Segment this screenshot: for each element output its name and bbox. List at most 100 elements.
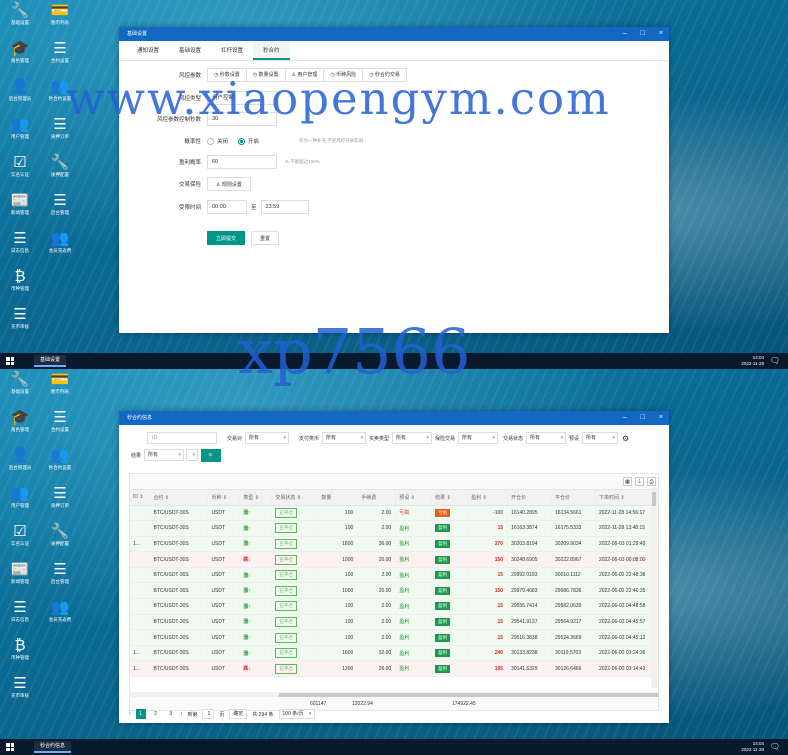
column-header[interactable]: 盈利 ⇕ — [467, 490, 509, 506]
page-3[interactable]: 3 — [166, 709, 176, 719]
windows-start-icon[interactable] — [6, 743, 14, 751]
desktop-shortcut[interactable]: 👥 会员充返费 — [40, 228, 80, 264]
table-row[interactable]: BTC/USDT-30S USDT 涨↑ 已平仓 100 2.00 亏损 亏损 -100 1614… — [130, 505, 658, 522]
column-header[interactable]: 币种 ⇕ — [207, 490, 241, 506]
desktop-shortcut[interactable]: 🔧 质押配置 — [40, 521, 80, 557]
tab-notify[interactable]: 通知设置 — [127, 41, 169, 60]
close-icon[interactable]: × — [659, 411, 663, 425]
vertical-scrollbar[interactable] — [651, 488, 657, 688]
column-header[interactable]: ID ⇕ — [130, 490, 151, 506]
desktop-shortcut[interactable]: ☑ 实名认证 — [0, 152, 40, 188]
column-header[interactable]: 下单时间 ⇕ — [595, 490, 658, 506]
desktop-shortcut[interactable]: ☰ 日志信息 — [0, 597, 40, 633]
desktop-shortcut[interactable]: 🔧 基础设置 — [0, 0, 40, 36]
radio-on[interactable]: 开启 — [238, 137, 259, 145]
desktop-shortcut[interactable]: 💳 图币列表 — [40, 369, 80, 405]
column-header[interactable]: 数量 — [317, 490, 359, 506]
desktop-shortcut[interactable]: ☑ 实名认证 — [0, 521, 40, 557]
desktop-shortcut[interactable]: ₿ 币种管理 — [0, 635, 40, 671]
notification-icon[interactable]: 🗨 — [770, 742, 780, 751]
table-row[interactable]: 1... BTC/USDT-30S USDT 涨↑ 已平仓 1800 36.00 盈利 盈利 27… — [130, 536, 658, 553]
desktop-shortcut[interactable]: 📰 新闻管理 — [0, 190, 40, 226]
filter-status-select[interactable]: 所有 — [526, 432, 567, 444]
column-header[interactable]: 结果 ⇕ — [431, 490, 469, 506]
notification-icon[interactable]: 🗨 — [770, 356, 780, 365]
filter-preset-select[interactable]: 所有 — [582, 432, 619, 444]
taskbar-app[interactable]: 基础设置 — [34, 355, 67, 367]
desktop-shortcut[interactable]: ☰ 后台管理 — [40, 559, 80, 595]
table-row[interactable]: 1... BTC/USDT-30S USDT 涨↑ 已平仓 1600 32.00 盈利 盈利 24… — [130, 645, 658, 662]
desktop-shortcut[interactable]: ☰ 充币审核 — [0, 304, 40, 340]
columns-icon[interactable]: ▦ — [623, 477, 632, 486]
desktop-shortcut[interactable]: 🔧 质押配置 — [40, 152, 80, 188]
desktop-shortcut[interactable]: 🎓 角色管理 — [0, 407, 40, 443]
desktop-shortcut[interactable]: ₿ 币种管理 — [0, 266, 40, 302]
table-row[interactable]: BTC/USDT-30S USDT 涨↑ 已平仓 1000 20.00 盈利 盈利 150 299… — [130, 582, 658, 600]
table-row[interactable]: BTC/USDT-30S USDT 涨↑ 已平仓 100 2.00 盈利 盈利 15 29516.… — [130, 629, 658, 646]
page-1[interactable]: 1 — [135, 709, 146, 719]
desktop-shortcut[interactable]: 👤 后台管理员 — [0, 445, 40, 481]
column-header[interactable]: 交易状态 ⇕ — [271, 490, 319, 506]
taskbar-app[interactable]: 秒合约信息 — [34, 741, 72, 753]
desktop-shortcut[interactable]: 📰 新闻管理 — [0, 559, 40, 595]
filter-result-select[interactable]: 所有 — [144, 449, 185, 461]
desktop-shortcut[interactable]: 👥 用户管理 — [0, 114, 40, 150]
tab-leverage[interactable]: 杠杆设置 — [211, 41, 253, 60]
desktop-shortcut[interactable]: ☰ 日志信息 — [0, 228, 40, 264]
table-row[interactable]: BTC/USDT-30S USDT 涨↑ 已平仓 100 2.00 盈利 盈利 15 16163.… — [130, 520, 658, 537]
desktop-shortcut[interactable]: 💳 图币列表 — [40, 0, 80, 36]
close-icon[interactable]: × — [659, 27, 663, 41]
goto-confirm-button[interactable]: 确定 — [229, 709, 248, 719]
submit-button[interactable]: 立即提交 — [207, 231, 246, 245]
desktop-shortcut[interactable]: 👥 秒合约设置 — [40, 445, 80, 481]
page-2[interactable]: 2 — [151, 709, 161, 719]
filter-pair-select[interactable]: 所有 — [245, 432, 290, 444]
time-to-input[interactable]: 23:59 — [260, 200, 309, 214]
table-row[interactable]: BTC/USDT-30S USDT 涨↑ 已平仓 100 2.00 盈利 盈利 15 29992.… — [130, 567, 658, 584]
filter-insurance-select[interactable]: 所有 — [458, 432, 499, 444]
prev-page-icon[interactable]: ‹ — [129, 711, 131, 717]
profit-rate-input[interactable]: 60 — [207, 155, 277, 169]
page-size-select[interactable]: 100 条/页 — [278, 709, 315, 719]
window-titlebar[interactable]: 秒合约信息 – □ × — [119, 411, 669, 425]
windows-start-icon[interactable] — [6, 357, 14, 365]
window-titlebar[interactable]: 基础设置 – □ × — [119, 27, 669, 41]
maximize-icon[interactable]: □ — [641, 27, 645, 41]
column-header[interactable]: 开仓价 — [507, 490, 553, 506]
column-header[interactable]: 手续费 — [357, 490, 397, 506]
desktop-shortcut[interactable]: 👥 会员充返费 — [40, 597, 80, 633]
id-input[interactable]: ID — [147, 432, 217, 444]
search-button[interactable]: 🔍 — [201, 448, 222, 462]
export-icon[interactable]: ⇩ — [635, 477, 644, 486]
minimize-icon[interactable]: – — [623, 27, 627, 41]
table-row[interactable]: 1... BTC/USDT-30S USDT 跌↓ 已平仓 1300 26.00 盈利 盈利 19… — [130, 660, 658, 678]
table-row[interactable]: BTC/USDT-30S USDT 跌↓ 已平仓 1000 20.00 盈利 盈利 150 302… — [130, 551, 658, 568]
column-header[interactable]: 预设 ⇕ — [395, 490, 433, 506]
filter-side-select[interactable]: 所有 — [392, 432, 433, 444]
tab-basic[interactable]: 基础设置 — [169, 41, 211, 60]
desktop-shortcut[interactable]: 👤 后台管理员 — [0, 76, 40, 112]
column-header[interactable]: 合约 ⇕ — [149, 490, 209, 506]
filter-more-dropdown[interactable] — [186, 449, 199, 461]
maximize-icon[interactable]: □ — [641, 411, 645, 425]
next-page-icon[interactable]: › — [181, 711, 183, 717]
desktop-shortcut[interactable]: 🎓 角色管理 — [0, 38, 40, 74]
goto-input[interactable]: 1 — [202, 709, 215, 719]
desktop-shortcut[interactable]: ☰ 合约设置 — [40, 407, 80, 443]
desktop-shortcut[interactable]: ☰ 充币审核 — [0, 673, 40, 709]
column-header[interactable]: 类型 ⇕ — [239, 490, 273, 506]
desktop-shortcut[interactable]: ☰ 后台管理 — [40, 190, 80, 226]
table-row[interactable]: BTC/USDT-30S USDT 涨↑ 已平仓 100 2.00 盈利 盈利 15 29556.… — [130, 598, 658, 615]
desktop-shortcut[interactable]: ☰ 合约设置 — [40, 38, 80, 74]
filter-paycoin-select[interactable]: 所有 — [322, 432, 367, 444]
table-row[interactable]: BTC/USDT-30S USDT 涨↑ 已平仓 100 2.00 盈利 盈利 15 29541.… — [130, 614, 658, 631]
desktop-shortcut[interactable]: ☰ 质押订单 — [40, 483, 80, 519]
rules-settings-button[interactable]: ♙ 规则设置 — [207, 177, 251, 191]
desktop-shortcut[interactable]: 👥 用户管理 — [0, 483, 40, 519]
desktop-shortcut[interactable]: 🔧 基础设置 — [0, 369, 40, 405]
time-from-input[interactable]: 00:00 — [207, 200, 247, 214]
settings-gear-icon[interactable]: ⚙ — [622, 434, 629, 443]
print-icon[interactable]: ⎙ — [647, 477, 656, 486]
minimize-icon[interactable]: – — [623, 411, 627, 425]
reset-button[interactable]: 重置 — [251, 231, 280, 245]
